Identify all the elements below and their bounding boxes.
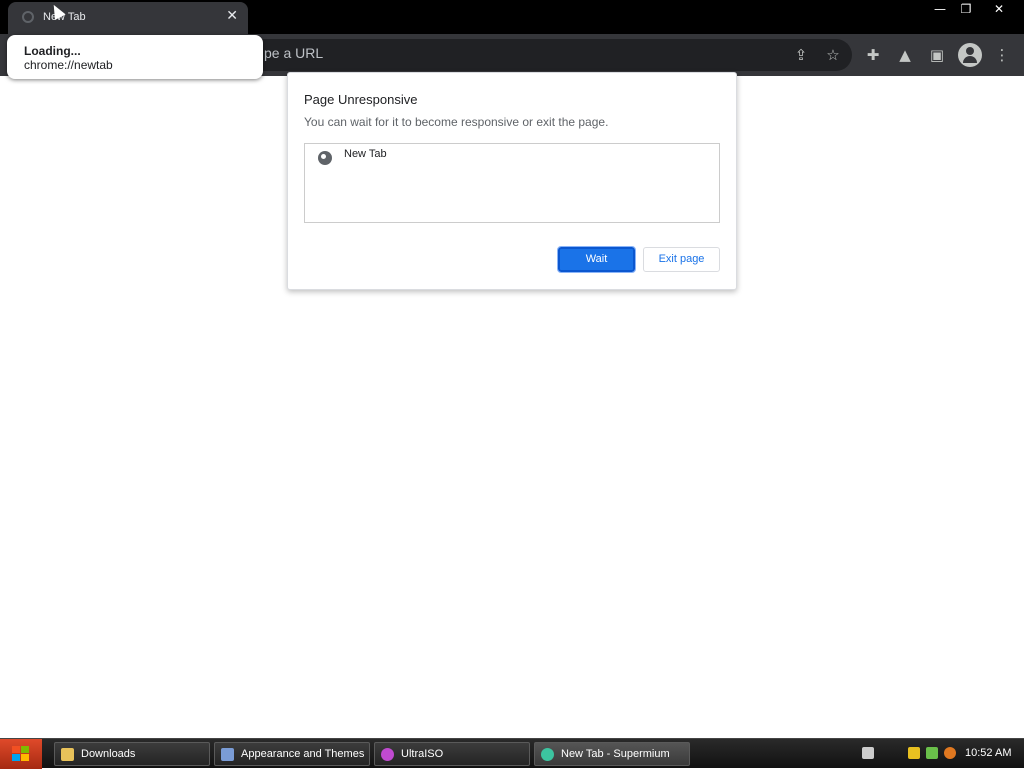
menu-kebab-icon[interactable]: ⋮ bbox=[991, 44, 1013, 66]
search-magnifier-icon[interactable] bbox=[944, 747, 956, 759]
unresponsive-pages-list: New Tab bbox=[304, 143, 720, 223]
tab-close-icon[interactable]: ✕ bbox=[226, 8, 238, 24]
security-shield-icon[interactable] bbox=[908, 747, 920, 759]
address-bar-placeholder: pe a URL bbox=[264, 45, 324, 61]
ultraiso-disc-icon bbox=[381, 748, 394, 761]
profile-avatar-icon[interactable] bbox=[958, 43, 982, 67]
address-bar[interactable] bbox=[232, 39, 852, 71]
windows-flag-icon bbox=[12, 746, 30, 762]
taskbar-item-label: Appearance and Themes bbox=[241, 748, 365, 760]
taskbar-item-downloads[interactable]: Downloads bbox=[54, 742, 210, 766]
taskbar-clock[interactable]: 10:52 AM bbox=[965, 747, 1011, 759]
start-button[interactable] bbox=[0, 739, 42, 769]
side-panel-icon[interactable]: ▣ bbox=[926, 44, 948, 66]
taskbar-item-ultraiso[interactable]: UltraISO bbox=[374, 742, 530, 766]
hover-card-title: Loading... bbox=[24, 44, 81, 58]
wait-button[interactable]: Wait bbox=[557, 246, 636, 273]
system-tray: 10:52 AM bbox=[855, 739, 1024, 769]
hover-card-url: chrome://newtab bbox=[24, 58, 113, 72]
loading-favicon-icon bbox=[22, 11, 34, 23]
close-window-button[interactable]: ✕ bbox=[985, 0, 1013, 18]
taskbar-item-label: New Tab - Supermium bbox=[561, 748, 670, 760]
restore-button[interactable]: ❐ bbox=[953, 0, 979, 18]
title-bar: New Tab ✕ — ❐ ✕ bbox=[0, 0, 1024, 34]
list-item: New Tab bbox=[344, 148, 387, 160]
bookmark-star-icon[interactable]: ☆ bbox=[822, 44, 844, 66]
keyboard-icon[interactable] bbox=[862, 747, 874, 759]
folder-icon bbox=[61, 748, 74, 761]
exit-page-button[interactable]: Exit page bbox=[643, 247, 720, 272]
tab-hover-card: Loading... chrome://newtab bbox=[7, 35, 263, 79]
network-icon[interactable] bbox=[926, 747, 938, 759]
dialog-message: You can wait for it to become responsive… bbox=[304, 115, 609, 129]
taskbar-item-label: Downloads bbox=[81, 748, 136, 760]
dialog-title: Page Unresponsive bbox=[304, 92, 418, 107]
share-icon[interactable]: ⇪ bbox=[790, 44, 812, 66]
taskbar-item-label: UltraISO bbox=[401, 748, 444, 760]
globe-icon bbox=[318, 151, 332, 165]
taskbar-item-appearance[interactable]: Appearance and Themes bbox=[214, 742, 370, 766]
taskbar: Downloads Appearance and Themes UltraISO… bbox=[0, 738, 1024, 769]
supermium-browser-icon bbox=[541, 748, 554, 761]
tab-new-tab[interactable]: New Tab ✕ bbox=[8, 2, 248, 34]
taskbar-item-supermium[interactable]: New Tab - Supermium bbox=[534, 742, 690, 766]
minimize-button[interactable]: — bbox=[927, 0, 953, 18]
control-panel-icon bbox=[221, 748, 234, 761]
extensions-puzzle-icon[interactable]: ✚ bbox=[862, 44, 884, 66]
labs-flask-icon[interactable]: ▲ bbox=[894, 44, 916, 66]
avatar-body bbox=[963, 56, 977, 63]
avatar-head bbox=[966, 47, 974, 55]
page-unresponsive-dialog: Page Unresponsive You can wait for it to… bbox=[287, 72, 737, 290]
